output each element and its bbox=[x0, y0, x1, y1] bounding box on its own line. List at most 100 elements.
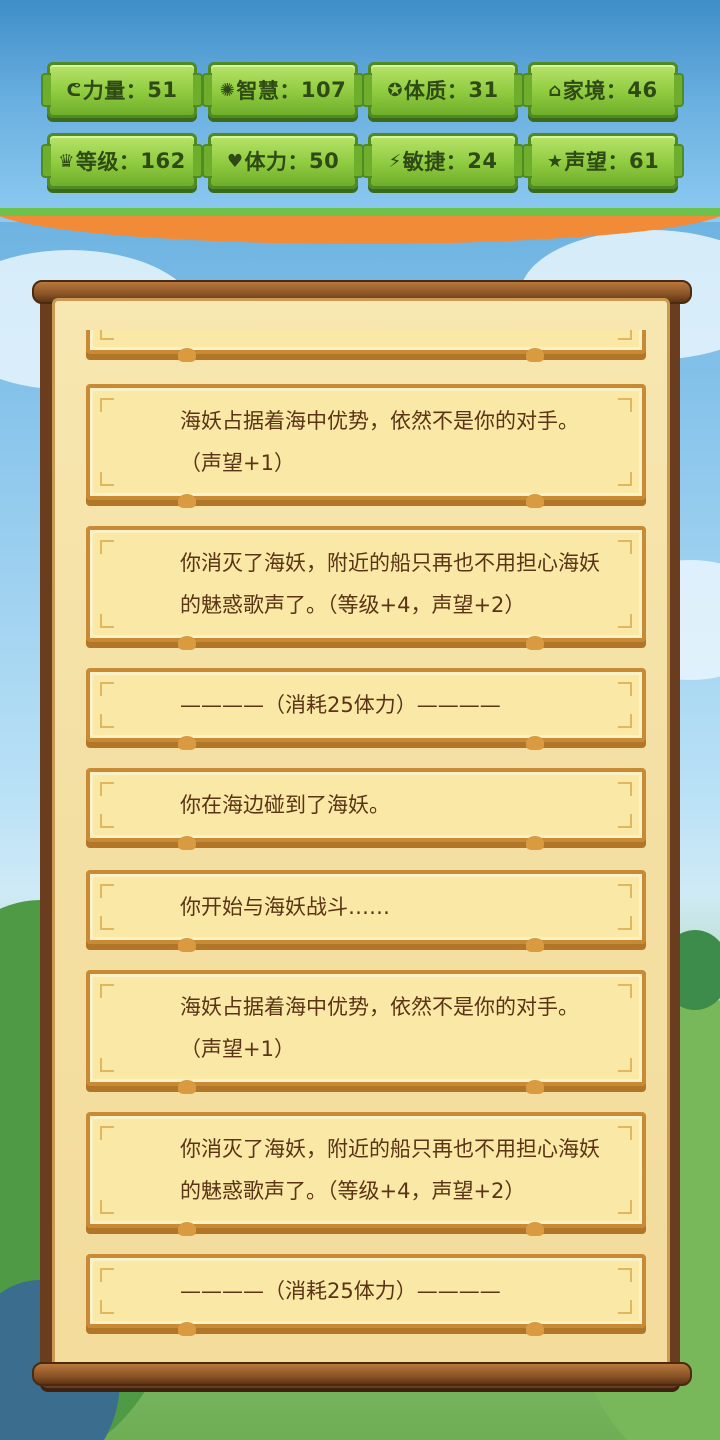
card-knot bbox=[178, 836, 196, 850]
card-knot bbox=[526, 836, 544, 850]
stat-label: 等级 bbox=[75, 150, 119, 174]
family-icon: ⌂ bbox=[548, 79, 562, 101]
stat-agility: ⚡ 敏捷： 24 bbox=[362, 133, 524, 189]
stat-stamina: ♥ 体力： 50 bbox=[202, 133, 364, 189]
log-entry: 海妖占据着海中优势，依然不是你的对手。（声望+1） bbox=[86, 970, 646, 1094]
card-corner bbox=[618, 984, 632, 998]
card-corner bbox=[100, 1058, 114, 1072]
card-corner bbox=[618, 614, 632, 628]
log-entry-text: 你消灭了海妖，附近的船只再也不用担心海妖的魅惑歌声了。（等级+4，声望+2） bbox=[180, 1137, 600, 1203]
card-corner bbox=[100, 1200, 114, 1214]
agility-icon: ⚡ bbox=[388, 150, 402, 172]
log-entry: 你开始与海妖战斗…… bbox=[86, 870, 646, 952]
stat-value: 24 bbox=[467, 149, 498, 173]
log-entry: 你消灭了海妖，附近的船只再也不用担心海妖的魅惑歌声了。（等级+4，声望+2） bbox=[86, 526, 646, 650]
stats-header: ᕦ 力量： 51 ✺ 智慧： 107 ✪ 体质： 31 ⌂ 家境： 46 ♛ 等级： 16… bbox=[0, 0, 720, 244]
log-entry: 你在海边碰到了海妖。 bbox=[86, 768, 646, 850]
card-knot bbox=[178, 938, 196, 952]
stat-separator: ： bbox=[125, 79, 148, 103]
stat-label: 家境 bbox=[562, 79, 606, 103]
log-entry-text: 你消灭了海妖，附近的船只再也不用担心海妖的魅惑歌声了。（等级+4，声望+2） bbox=[180, 551, 600, 617]
stat-label: 声望 bbox=[564, 150, 608, 174]
card-corner bbox=[618, 330, 632, 340]
stat-label: 敏捷 bbox=[402, 150, 446, 174]
card-corner bbox=[100, 714, 114, 728]
card-knot bbox=[526, 938, 544, 952]
reputation-icon: ★ bbox=[546, 150, 564, 172]
log-entry-text: 你开始与海妖战斗…… bbox=[180, 895, 390, 919]
stat-label: 体力 bbox=[244, 150, 288, 174]
scroll-rod-bottom bbox=[32, 1362, 692, 1386]
stat-constitution: ✪ 体质： 31 bbox=[362, 62, 524, 118]
stat-value: 61 bbox=[628, 149, 660, 173]
stat-separator: ： bbox=[445, 150, 468, 174]
stamina-icon: ♥ bbox=[226, 150, 244, 172]
log-entry-divider: ————（消耗25体力）———— bbox=[86, 1254, 646, 1336]
stat-value: 51 bbox=[147, 78, 178, 102]
card-corner bbox=[100, 614, 114, 628]
stat-separator: ： bbox=[446, 79, 469, 103]
card-corner bbox=[100, 1126, 114, 1140]
card-knot bbox=[526, 494, 544, 508]
card-corner bbox=[618, 540, 632, 554]
stat-label: 力量 bbox=[82, 79, 126, 103]
stat-separator: ： bbox=[279, 79, 301, 103]
log-entry-text: ————（消耗25体力）———— bbox=[180, 693, 501, 717]
stat-value: 162 bbox=[140, 149, 186, 173]
stat-label: 体质 bbox=[403, 79, 447, 103]
card-corner bbox=[618, 472, 632, 486]
log-entry-divider: ————（消耗25体力）———— bbox=[86, 668, 646, 750]
wisdom-icon: ✺ bbox=[219, 79, 236, 101]
stat-value: 31 bbox=[468, 78, 499, 102]
log-entry: 你消灭了海妖，附近的船只再也不用担心海妖的魅惑歌声了。（等级+4，声望+2） bbox=[86, 1112, 646, 1236]
stat-value: 50 bbox=[308, 149, 340, 173]
stat-separator: ： bbox=[118, 150, 141, 174]
stat-level: ♛ 等级： 162 bbox=[41, 133, 203, 189]
stat-value: 107 bbox=[300, 78, 347, 102]
card-corner bbox=[100, 782, 114, 796]
card-corner bbox=[618, 682, 632, 696]
card-knot bbox=[178, 1322, 196, 1336]
card-knot bbox=[526, 636, 544, 650]
card-knot bbox=[178, 494, 196, 508]
card-knot bbox=[526, 1222, 544, 1236]
card-corner bbox=[100, 884, 114, 898]
stat-label: 智慧 bbox=[236, 79, 280, 103]
card-knot bbox=[526, 736, 544, 750]
log-entry-text: 你在海边碰到了海妖。 bbox=[180, 793, 390, 817]
card-corner bbox=[618, 398, 632, 412]
stat-value: 46 bbox=[627, 78, 658, 102]
stat-family: ⌂ 家境： 46 bbox=[522, 62, 684, 118]
card-corner bbox=[618, 1126, 632, 1140]
log-entry-text: ————（消耗25体力）———— bbox=[180, 1279, 501, 1303]
card-corner bbox=[618, 714, 632, 728]
card-corner bbox=[618, 1300, 632, 1314]
card-knot bbox=[526, 1080, 544, 1094]
card-corner bbox=[618, 916, 632, 930]
card-knot bbox=[178, 348, 196, 362]
card-knot bbox=[178, 1080, 196, 1094]
card-knot bbox=[178, 636, 196, 650]
card-corner bbox=[618, 1268, 632, 1282]
card-corner bbox=[100, 330, 114, 340]
card-corner bbox=[618, 782, 632, 796]
card-corner bbox=[100, 916, 114, 930]
card-corner bbox=[618, 1200, 632, 1214]
stat-wisdom: ✺ 智慧： 107 bbox=[202, 62, 364, 118]
stat-separator: ： bbox=[607, 150, 629, 174]
card-corner bbox=[618, 884, 632, 898]
stat-strength: ᕦ 力量： 51 bbox=[41, 62, 203, 118]
card-knot bbox=[178, 736, 196, 750]
card-corner bbox=[100, 682, 114, 696]
log-entry-text: 海妖占据着海中优势，依然不是你的对手。（声望+1） bbox=[180, 409, 579, 475]
card-corner bbox=[100, 398, 114, 412]
card-corner bbox=[100, 814, 114, 828]
card-corner bbox=[100, 1268, 114, 1282]
constitution-icon: ✪ bbox=[387, 79, 403, 101]
stat-separator: ： bbox=[287, 150, 309, 174]
stat-separator: ： bbox=[605, 79, 628, 103]
strength-icon: ᕦ bbox=[66, 79, 82, 101]
event-log[interactable]: 海妖占据着海中优势，依然不是你的对手。（声望+1） 你消灭了海妖，附近的船只再也… bbox=[52, 330, 664, 1362]
card-corner bbox=[100, 984, 114, 998]
card-corner bbox=[100, 472, 114, 486]
